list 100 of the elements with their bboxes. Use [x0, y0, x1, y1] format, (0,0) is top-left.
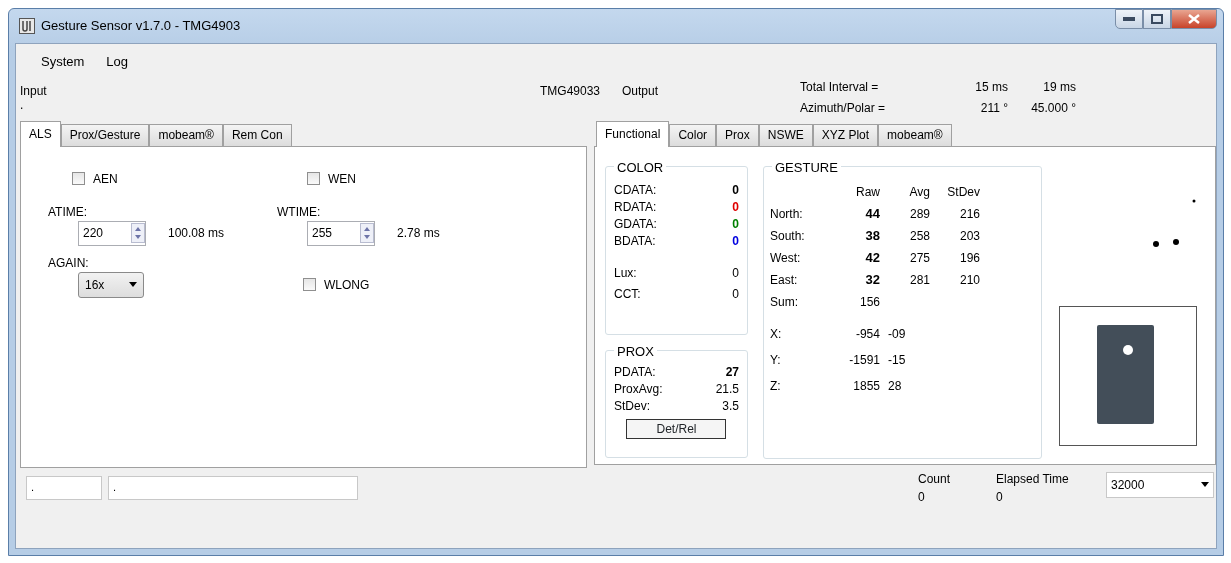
tab[interactable]: Functional	[596, 120, 670, 147]
data-value: 0	[732, 198, 739, 215]
column-header: StDev	[946, 183, 980, 201]
raw-value: 32	[864, 270, 880, 289]
time-reading: 2.78 ms	[397, 225, 440, 242]
data-value: 0	[732, 232, 739, 249]
tab[interactable]: mobeam®	[149, 123, 223, 146]
device-name: TMG49033	[540, 82, 602, 100]
data-label: PDATA:	[614, 363, 656, 380]
axis-delta: 28	[887, 377, 903, 395]
menu-item[interactable]: System	[38, 52, 88, 72]
tab[interactable]: mobeam®	[878, 123, 952, 146]
column-header: Raw	[854, 183, 880, 201]
axis-label: Y:	[770, 351, 782, 369]
minimize-icon	[1123, 17, 1135, 21]
checkbox-label: WLONG	[324, 276, 370, 294]
dropdown-caret-icon	[1201, 482, 1209, 487]
data-label: StDev:	[614, 397, 650, 414]
tab[interactable]: Color	[669, 123, 717, 146]
maximize-icon	[1151, 14, 1163, 24]
row-label: East:	[770, 271, 799, 289]
data-label: BDATA:	[614, 232, 656, 249]
spin-field[interactable]: 255	[307, 220, 375, 246]
data-value: 0	[732, 285, 739, 303]
checkbox-label: AEN	[93, 170, 118, 188]
counter-label: Count	[918, 470, 952, 488]
window-title: Gesture Sensor v1.7.0 - TMG4903	[41, 17, 241, 36]
input-status-text: .	[20, 99, 24, 110]
data-value: 21.5	[715, 380, 739, 397]
close-button[interactable]	[1171, 9, 1217, 29]
stdev-value: 203	[958, 227, 980, 245]
checkbox[interactable]	[307, 172, 320, 185]
text-field[interactable]: .	[26, 475, 102, 500]
reading-label: Total Interval =	[800, 78, 880, 96]
data-value: 0	[732, 264, 739, 282]
data-value: 0	[732, 181, 739, 198]
data-value: 3.5	[722, 397, 739, 414]
axis-value: -1591	[848, 351, 880, 369]
stdev-value: 196	[958, 249, 980, 267]
reading-value: 19 ms	[1043, 78, 1077, 96]
dropdown-caret-icon	[129, 282, 137, 287]
field-label: ATIME:	[48, 203, 88, 221]
avg-value: 258	[908, 227, 930, 245]
data-value: 27	[725, 363, 739, 380]
data-label: GDATA:	[614, 215, 657, 232]
data-label: CDATA:	[614, 181, 657, 198]
counter-value: 0	[918, 488, 925, 506]
counter-value: 0	[996, 488, 1003, 506]
reading-value: 211 °	[980, 99, 1009, 117]
axis-value: 1855	[852, 377, 880, 395]
avg-value: 281	[908, 271, 930, 289]
tab[interactable]: Rem Con	[222, 123, 292, 146]
tab[interactable]: Prox	[716, 123, 759, 146]
spin-arrows-icon[interactable]	[360, 223, 374, 243]
row-label: West:	[770, 249, 802, 267]
axis-label: X:	[770, 325, 783, 343]
field-label: AGAIN:	[48, 254, 89, 272]
tab[interactable]: XYZ Plot	[812, 123, 879, 146]
row-label: South:	[770, 227, 806, 245]
data-label: Lux:	[614, 264, 637, 282]
checkbox[interactable]	[72, 172, 85, 185]
spin-field[interactable]: 220	[78, 220, 146, 246]
checkbox[interactable]	[303, 278, 316, 291]
counter-label: Elapsed Time	[996, 470, 1070, 488]
avg-value: 289	[908, 205, 930, 223]
avg-value: 275	[908, 249, 930, 267]
close-icon	[1188, 14, 1200, 24]
sum-value: 156	[858, 293, 880, 311]
spin-arrows-icon[interactable]	[131, 223, 145, 243]
column-header: Avg	[908, 183, 930, 201]
rate-dropdown[interactable]: 32000	[1106, 471, 1214, 498]
data-label: ProxAvg:	[614, 380, 663, 397]
output-label: Output	[622, 82, 660, 100]
row-label: North:	[770, 205, 804, 223]
menu-item[interactable]: Log	[103, 52, 132, 72]
row-label: Sum:	[770, 293, 799, 311]
tab[interactable]: Prox/Gesture	[60, 123, 150, 146]
app-logo-icon	[19, 18, 35, 34]
field-label: WTIME:	[277, 203, 321, 221]
reading-value: 15 ms	[975, 78, 1009, 96]
data-label: RDATA:	[614, 198, 657, 215]
maximize-button[interactable]	[1143, 9, 1171, 29]
tab[interactable]: NSWE	[758, 123, 813, 146]
raw-value: 42	[864, 248, 880, 267]
tab[interactable]: ALS	[20, 120, 61, 147]
input-label: Input	[20, 82, 47, 100]
minimize-button[interactable]	[1115, 9, 1143, 29]
raw-value: 38	[864, 226, 880, 245]
det-rel-button[interactable]: Det/Rel	[626, 418, 727, 439]
data-value: 0	[732, 215, 739, 232]
axis-delta: -15	[887, 351, 907, 369]
reading-label: Azimuth/Polar =	[800, 99, 887, 117]
axis-value: -954	[854, 325, 880, 343]
time-reading: 100.08 ms	[168, 225, 225, 242]
text-field[interactable]: .	[108, 475, 358, 500]
stdev-value: 210	[958, 271, 980, 289]
checkbox-label: WEN	[328, 170, 356, 188]
gain-dropdown[interactable]: 16x	[78, 271, 144, 298]
stdev-value: 216	[958, 205, 980, 223]
axis-label: Z:	[770, 377, 782, 395]
